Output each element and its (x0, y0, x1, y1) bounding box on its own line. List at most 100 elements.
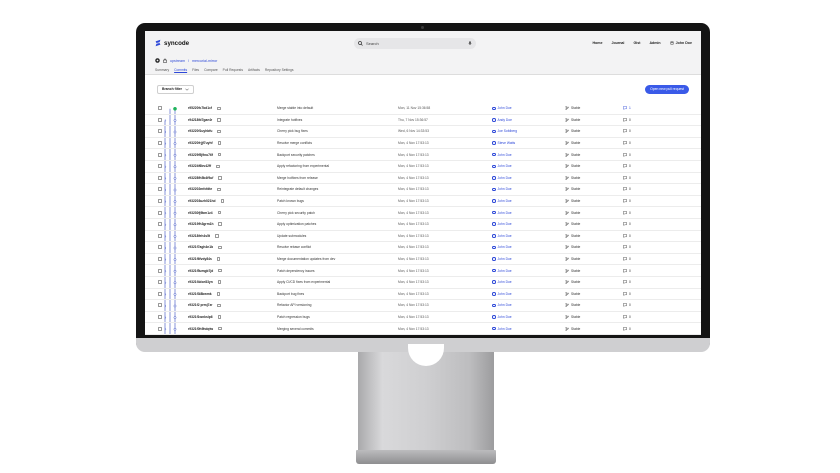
commit-row[interactable]: r9321f1wnkslp6Patch regression bugsMon, … (145, 312, 701, 324)
row-checkbox[interactable] (158, 280, 162, 284)
commit-comments[interactable]: 0 (623, 129, 631, 133)
nav-gist[interactable]: Gist (633, 41, 640, 45)
copy-icon[interactable] (217, 107, 221, 111)
copy-icon[interactable] (218, 176, 222, 180)
commit-comments[interactable]: 0 (623, 211, 631, 215)
row-checkbox[interactable] (158, 222, 162, 226)
commit-comments[interactable]: 0 (623, 176, 631, 180)
commit-message[interactable]: Resolve rebase conflict (277, 245, 311, 249)
commit-branch[interactable]: Stable (565, 315, 580, 319)
tab-pull-requests[interactable]: Pull Requests (223, 68, 243, 72)
commit-author[interactable]: John Doe (492, 280, 512, 284)
commit-author[interactable]: John Doe (492, 292, 512, 296)
commit-comments[interactable]: 0 (623, 234, 631, 238)
commit-comments[interactable]: 0 (623, 303, 631, 307)
commit-message[interactable]: Reintegrate default changes (277, 187, 318, 191)
commit-comments[interactable]: 0 (623, 257, 631, 261)
commit-sha[interactable]: r93220frjjf7uyhf (188, 141, 221, 145)
commit-sha[interactable]: r93230fj9bm1z4 (188, 211, 221, 215)
commit-row[interactable]: r93224f6bv42ffApply refactoring from exp… (145, 161, 701, 173)
breadcrumb-org[interactable]: upstream (170, 59, 185, 63)
commit-sha[interactable]: r93219fh3grm1h (188, 222, 222, 226)
tab-summary[interactable]: Summary (155, 68, 169, 72)
commit-branch[interactable]: Stable (565, 257, 580, 261)
row-checkbox[interactable] (158, 118, 162, 122)
row-checkbox[interactable] (158, 315, 162, 319)
commit-branch[interactable]: Stable (565, 280, 580, 284)
commit-branch[interactable]: Stable (565, 129, 580, 133)
row-checkbox[interactable] (158, 303, 162, 307)
commit-message[interactable]: Merge stable into default (277, 106, 313, 110)
row-checkbox[interactable] (158, 153, 162, 157)
commit-row[interactable]: r9321f4dce83ynApply CI/CD fixes from exp… (145, 277, 701, 289)
branch-filter-dropdown[interactable]: Branch filter (157, 85, 194, 94)
commit-branch[interactable]: Stable (565, 176, 580, 180)
commit-row[interactable]: r93218feh4s5tUpdate submodulesMon, 4 Nov… (145, 231, 701, 243)
nav-admin[interactable]: Admin (649, 41, 660, 45)
app-logo[interactable]: syncode (154, 39, 354, 47)
commit-message[interactable]: Apply refactoring from experimental (277, 164, 329, 168)
commit-author[interactable]: John Doe (492, 199, 512, 203)
commit-branch[interactable]: Stable (565, 222, 580, 226)
commit-message[interactable]: Apply optimization patches (277, 222, 316, 226)
commit-row[interactable]: r93228fh5b4f9ufMerge hotfixes from relea… (145, 173, 701, 185)
commit-message[interactable]: Update submodules (277, 234, 306, 238)
search-input[interactable]: Search (366, 41, 465, 46)
commit-row[interactable]: r9321f7agh4n1bResolve rebase conflictMon… (145, 242, 701, 254)
copy-icon[interactable] (217, 304, 221, 308)
tab-commits[interactable]: Commits (174, 68, 187, 72)
tab-compare[interactable]: Compare (204, 68, 218, 72)
commit-message[interactable]: Backport bug fixes (277, 292, 304, 296)
commit-branch[interactable]: Stable (565, 245, 580, 249)
copy-icon[interactable] (216, 165, 220, 169)
commit-author[interactable]: John Doe (492, 234, 512, 238)
commit-message[interactable]: Patch dependency issues (277, 269, 315, 273)
commit-row[interactable]: r9321f2 prmj7zrRefactor API versioningMo… (145, 300, 701, 312)
commit-author[interactable]: John Doe (492, 187, 512, 191)
commit-message[interactable]: Cherry pick security patch (277, 211, 315, 215)
copy-icon[interactable] (215, 234, 219, 238)
commit-author[interactable]: John Doe (492, 176, 512, 180)
commit-branch[interactable]: Stable (565, 211, 580, 215)
commit-author[interactable]: John Doe (492, 211, 512, 215)
row-checkbox[interactable] (158, 234, 162, 238)
copy-icon[interactable] (218, 141, 222, 145)
commit-row[interactable]: r932202mfcfdte Reintegrate default change… (145, 184, 701, 196)
commit-row[interactable]: r9321f6fvdy84sMerge documentation update… (145, 254, 701, 266)
commit-row[interactable]: r93230fj9bm1z4 Cherry pick security patch… (145, 207, 701, 219)
commit-comments[interactable]: 1 (623, 106, 631, 110)
commit-message[interactable]: Merging several commits (277, 327, 314, 331)
commit-sha[interactable]: r9321f3i8bwmk (188, 292, 220, 296)
copy-icon[interactable] (218, 327, 222, 331)
commit-sha[interactable]: r932203uzh021hd (188, 199, 224, 203)
commit-comments[interactable]: 0 (623, 118, 631, 122)
commit-author[interactable]: John Doe (492, 153, 512, 157)
commit-branch[interactable]: Stable (565, 292, 580, 296)
copy-icon[interactable] (218, 211, 222, 215)
search-bar[interactable]: Search (354, 38, 476, 49)
commit-author[interactable]: John Doe (492, 257, 512, 261)
commit-row[interactable]: r93229f5j9nu76fBackport security patches… (145, 149, 701, 161)
commit-message[interactable]: Resolve merge conflicts (277, 141, 312, 145)
row-checkbox[interactable] (158, 327, 162, 331)
commit-sha[interactable]: r93229f5j9nu76f (188, 153, 221, 157)
commit-sha[interactable]: r93220f1uyhbfu (188, 129, 221, 133)
commit-comments[interactable]: 0 (623, 141, 631, 145)
commit-author[interactable]: John Doe (492, 315, 512, 319)
commit-row[interactable]: r93220frjjf7uyhfResolve merge conflictsM… (145, 138, 701, 150)
commit-message[interactable]: Merge documentation updates from dev (277, 257, 335, 261)
row-checkbox[interactable] (158, 199, 162, 203)
commit-author[interactable]: John Doe (492, 245, 512, 249)
commit-branch[interactable]: Stable (565, 303, 580, 307)
row-checkbox[interactable] (158, 269, 162, 273)
breadcrumb-repo[interactable]: mercurial-mirror (192, 59, 217, 63)
commit-comments[interactable]: 0 (623, 164, 631, 168)
nav-journal[interactable]: Journal (611, 41, 624, 45)
copy-icon[interactable] (217, 257, 221, 261)
commit-sha[interactable]: r932202mfcfdte (188, 187, 221, 191)
copy-icon[interactable] (218, 315, 222, 319)
copy-icon[interactable] (221, 199, 225, 203)
commit-sha[interactable]: r9321f7agh4n1b (188, 245, 222, 249)
commit-author[interactable]: John Doe (492, 222, 512, 226)
commit-comments[interactable]: 0 (623, 269, 631, 273)
